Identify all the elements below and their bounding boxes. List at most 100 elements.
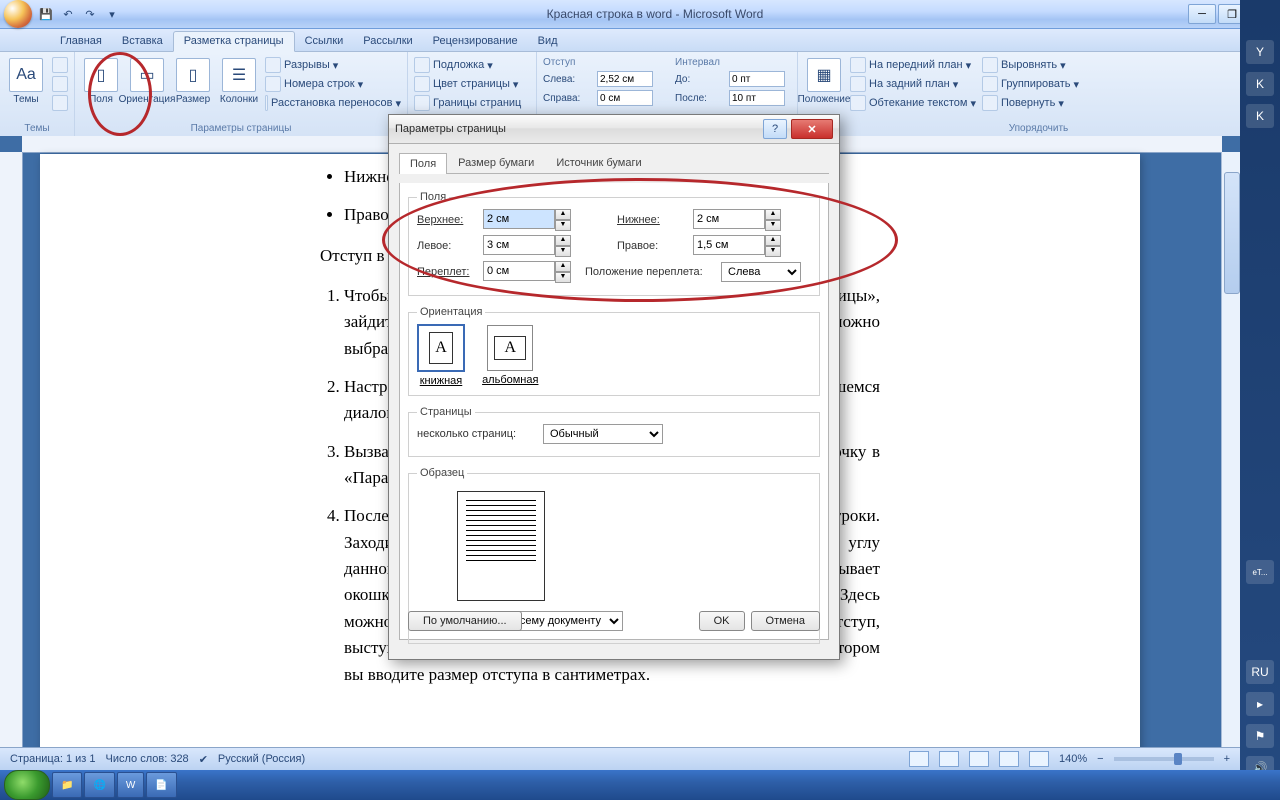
- sidebar-arrow-icon[interactable]: ▸: [1246, 692, 1274, 716]
- word-count[interactable]: Число слов: 328: [106, 753, 189, 765]
- columns-button[interactable]: ☰Колонки: [217, 54, 261, 122]
- taskbar-item[interactable]: W: [117, 772, 144, 798]
- taskbar-item[interactable]: 📁: [52, 772, 82, 798]
- align-button[interactable]: Выровнять ▾: [980, 56, 1100, 74]
- rotate-button[interactable]: Повернуть ▾: [980, 94, 1100, 112]
- left-label: Левое:: [417, 240, 477, 252]
- cancel-button[interactable]: Отмена: [751, 611, 820, 631]
- theme-colors[interactable]: [50, 56, 70, 74]
- tab-mail[interactable]: Рассылки: [353, 32, 422, 51]
- indent-left-input[interactable]: [597, 71, 653, 87]
- page-color-button[interactable]: Цвет страницы ▾: [412, 75, 532, 93]
- spin-down-icon[interactable]: ▼: [555, 272, 571, 283]
- tab-home[interactable]: Главная: [50, 32, 112, 51]
- spin-down-icon[interactable]: ▼: [765, 246, 781, 257]
- view-print-layout[interactable]: [909, 751, 929, 767]
- tab-insert[interactable]: Вставка: [112, 32, 173, 51]
- portrait-option[interactable]: A книжная: [417, 324, 465, 387]
- page-borders-button[interactable]: Границы страниц: [412, 94, 532, 112]
- ok-button[interactable]: OK: [699, 611, 745, 631]
- watermark-button[interactable]: Подложка ▾: [412, 56, 532, 74]
- top-input[interactable]: [483, 209, 555, 229]
- sidebar-et[interactable]: eT...: [1246, 560, 1274, 584]
- view-full-screen[interactable]: [939, 751, 959, 767]
- right-input[interactable]: [693, 235, 765, 255]
- sidebar-app-k[interactable]: K: [1246, 72, 1274, 96]
- margins-button[interactable]: ▯Поля: [79, 54, 123, 122]
- view-outline[interactable]: [999, 751, 1019, 767]
- bring-front[interactable]: На передний план ▾: [848, 56, 978, 74]
- tab-layout[interactable]: Разметка страницы: [173, 31, 295, 52]
- zoom-slider[interactable]: [1114, 757, 1214, 761]
- view-draft[interactable]: [1029, 751, 1049, 767]
- after-input[interactable]: [729, 90, 785, 106]
- position-button[interactable]: ▦Положение: [802, 54, 846, 122]
- multiple-select[interactable]: Обычный: [543, 424, 663, 444]
- default-button[interactable]: По умолчанию...: [408, 611, 522, 631]
- start-button[interactable]: [4, 770, 50, 800]
- tab-review[interactable]: Рецензирование: [423, 32, 528, 51]
- tab-paper[interactable]: Размер бумаги: [447, 152, 545, 173]
- office-button[interactable]: [4, 0, 32, 28]
- view-web[interactable]: [969, 751, 989, 767]
- qat-redo-icon[interactable]: ↷: [80, 4, 100, 24]
- spin-down-icon[interactable]: ▼: [765, 220, 781, 231]
- before-input[interactable]: [729, 71, 785, 87]
- size-button[interactable]: ▯Размер: [171, 54, 215, 122]
- tab-margins[interactable]: Поля: [399, 153, 447, 174]
- dialog-titlebar[interactable]: Параметры страницы ? ✕: [389, 115, 839, 144]
- sidebar-tray-icon[interactable]: ⚑: [1246, 724, 1274, 748]
- indent-right[interactable]: Справа:: [541, 89, 671, 107]
- zoom-in-icon[interactable]: +: [1224, 753, 1230, 765]
- hyphenation-button[interactable]: Расстановка переносов ▾: [263, 94, 403, 112]
- text-wrap[interactable]: Обтекание текстом ▾: [848, 94, 978, 112]
- taskbar-item[interactable]: 🌐: [84, 772, 114, 798]
- zoom-out-icon[interactable]: −: [1097, 753, 1103, 765]
- bottom-input[interactable]: [693, 209, 765, 229]
- zoom-thumb[interactable]: [1174, 753, 1182, 765]
- spin-down-icon[interactable]: ▼: [555, 246, 571, 257]
- language-status[interactable]: Русский (Россия): [218, 753, 305, 765]
- qat-save-icon[interactable]: 💾: [36, 4, 56, 24]
- spin-up-icon[interactable]: ▲: [555, 235, 571, 246]
- themes-button[interactable]: AaТемы: [4, 54, 48, 122]
- zoom-level[interactable]: 140%: [1059, 753, 1087, 765]
- linenum-icon: [265, 76, 281, 92]
- left-input[interactable]: [483, 235, 555, 255]
- send-back[interactable]: На задний план ▾: [848, 75, 978, 93]
- gutter-input[interactable]: [483, 261, 555, 281]
- theme-effects[interactable]: [50, 94, 70, 112]
- sidebar-app-yandex[interactable]: Y: [1246, 40, 1274, 64]
- indent-left[interactable]: Слева:: [541, 70, 671, 88]
- breaks-button[interactable]: Разрывы ▾: [263, 56, 403, 74]
- gutter-pos-select[interactable]: Слева: [721, 262, 801, 282]
- dialog-close-button[interactable]: ✕: [791, 119, 833, 139]
- orientation-button[interactable]: ▭Ориентация: [125, 54, 169, 122]
- spin-up-icon[interactable]: ▲: [765, 235, 781, 246]
- spin-up-icon[interactable]: ▲: [765, 209, 781, 220]
- spin-down-icon[interactable]: ▼: [555, 220, 571, 231]
- line-numbers-button[interactable]: Номера строк ▾: [263, 75, 403, 93]
- proofing-icon[interactable]: ✔: [199, 753, 208, 766]
- scroll-thumb[interactable]: [1224, 172, 1240, 294]
- tab-refs[interactable]: Ссылки: [295, 32, 354, 51]
- tab-view[interactable]: Вид: [528, 32, 568, 51]
- scrollbar-vertical[interactable]: [1221, 152, 1240, 748]
- taskbar-item[interactable]: 📄: [146, 772, 176, 798]
- spin-up-icon[interactable]: ▲: [555, 261, 571, 272]
- indent-right-input[interactable]: [597, 90, 653, 106]
- qat-undo-icon[interactable]: ↶: [58, 4, 78, 24]
- spin-up-icon[interactable]: ▲: [555, 209, 571, 220]
- ruler-vertical[interactable]: [0, 152, 23, 748]
- tab-source[interactable]: Источник бумаги: [545, 152, 652, 173]
- theme-fonts[interactable]: [50, 75, 70, 93]
- min-button[interactable]: ─: [1188, 4, 1216, 24]
- spacing-before[interactable]: До:: [673, 70, 793, 88]
- landscape-option[interactable]: A альбомная: [482, 325, 538, 386]
- sidebar-lang[interactable]: RU: [1246, 660, 1274, 684]
- qat-customize-icon[interactable]: ▾: [102, 4, 122, 24]
- dialog-help-button[interactable]: ?: [763, 119, 787, 139]
- spacing-after[interactable]: После:: [673, 89, 793, 107]
- group-button[interactable]: Группировать ▾: [980, 75, 1100, 93]
- sidebar-app-k2[interactable]: K: [1246, 104, 1274, 128]
